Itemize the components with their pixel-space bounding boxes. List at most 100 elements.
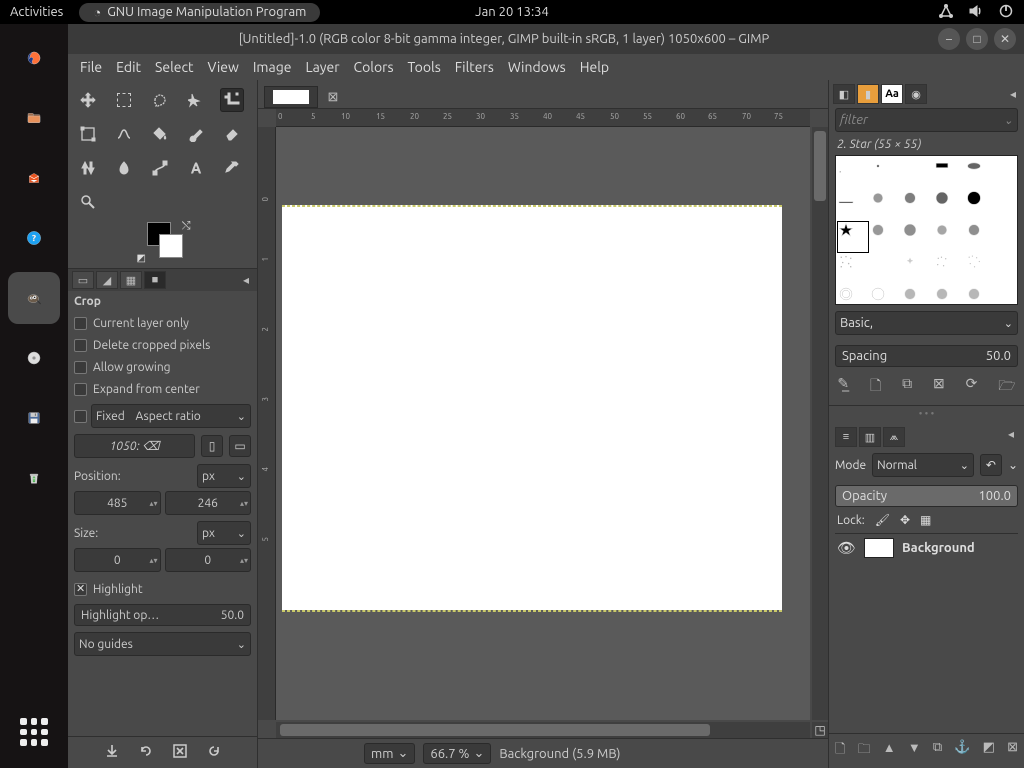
chk-fixed[interactable] [74, 410, 87, 423]
duplicate-layer-icon[interactable]: ⧉ [933, 740, 942, 762]
tab-brushes-1[interactable]: ◧ [833, 84, 855, 104]
guides-combo[interactable]: No guides⌄ [74, 632, 251, 656]
tab-fonts[interactable]: Aa [881, 84, 903, 104]
tab-device-status[interactable]: ◢ [96, 271, 118, 289]
layer-thumbnail[interactable] [864, 538, 894, 558]
dock-firefox[interactable] [8, 32, 60, 84]
app-menu[interactable]: ◔ GNU Image Manipulation Program [79, 3, 320, 22]
merge-down-icon[interactable]: ⚓ [954, 740, 970, 762]
tab-channels[interactable]: ▥ [859, 427, 881, 447]
brush-preset-combo[interactable]: Basic,⌄ [835, 311, 1018, 335]
position-unit-combo[interactable]: px⌄ [197, 464, 251, 488]
tab-menu-icon[interactable]: ◂ [1006, 87, 1020, 101]
lock-pixels-icon[interactable]: 🖌 [875, 513, 890, 527]
maximize-button[interactable]: □ [966, 28, 988, 50]
lock-alpha-icon[interactable]: ▦ [920, 513, 931, 527]
tool-crop[interactable] [220, 88, 244, 112]
menu-layer[interactable]: Layer [305, 59, 339, 75]
tool-text[interactable]: A [184, 156, 208, 180]
position-x-input[interactable]: 485▴▾ [74, 491, 161, 515]
portrait-icon[interactable]: ▯ [201, 435, 223, 457]
edit-brush-icon[interactable]: ✎̲ [837, 375, 849, 399]
tool-move[interactable] [76, 88, 100, 112]
minimize-button[interactable]: – [938, 28, 960, 50]
new-brush-icon[interactable]: 🗋 [870, 375, 881, 399]
tool-smudge[interactable] [112, 156, 136, 180]
tab-patterns[interactable]: ▮ [857, 84, 879, 104]
tab-images[interactable]: ■ [144, 271, 166, 289]
fixed-value-input[interactable]: 1050: ⌫ [74, 434, 195, 458]
fixed-mode-combo[interactable]: Fixed Aspect ratio ⌄ [91, 404, 251, 428]
chk-current-layer[interactable] [74, 317, 87, 330]
new-layer-icon[interactable]: 🗋 [835, 740, 845, 762]
default-colors-icon[interactable]: ◩ [137, 252, 146, 264]
chk-allow-growing[interactable] [74, 361, 87, 374]
brush-spacing-slider[interactable]: Spacing50.0 [835, 345, 1018, 367]
clock[interactable]: Jan 20 13:34 [475, 5, 549, 19]
network-icon[interactable] [938, 3, 954, 22]
color-swatches[interactable]: ⤭ ◩ [143, 222, 187, 262]
swap-colors-icon[interactable]: ⤭ [182, 220, 191, 233]
size-h-input[interactable]: 0▴▾ [165, 548, 252, 572]
background-color[interactable] [159, 234, 183, 258]
tool-bucket[interactable] [148, 122, 172, 146]
delete-brush-icon[interactable]: ⊠ [933, 375, 945, 399]
mode-switch-icon[interactable]: ↶ [980, 454, 1002, 476]
lock-position-icon[interactable]: ✥ [900, 513, 910, 527]
dock-files[interactable] [8, 92, 60, 144]
landscape-icon[interactable]: ▭ [229, 435, 251, 457]
ruler-vertical[interactable]: 012345 [258, 127, 276, 720]
chk-highlight[interactable] [74, 583, 87, 596]
dock-trash[interactable] [8, 452, 60, 504]
unit-combo[interactable]: mm⌄ [364, 743, 415, 764]
restore-preset-icon[interactable] [138, 743, 154, 762]
menu-file[interactable]: File [80, 59, 102, 75]
layer-name[interactable]: Background [902, 541, 975, 555]
chk-delete-cropped[interactable] [74, 339, 87, 352]
menu-select[interactable]: Select [155, 59, 193, 75]
power-icon[interactable] [998, 3, 1014, 22]
horizontal-scrollbar[interactable] [276, 722, 810, 738]
menu-view[interactable]: View [207, 59, 238, 75]
tab-layers[interactable]: ≡ [835, 427, 857, 447]
layer-item[interactable]: 👁 Background [835, 534, 1018, 562]
canvas-viewport[interactable]: 051015202530354045505560657075 012345 ◳ [258, 108, 828, 738]
ruler-horizontal[interactable]: 051015202530354045505560657075 [276, 109, 810, 127]
menu-filters[interactable]: Filters [455, 59, 494, 75]
mask-icon[interactable]: ◩ [983, 740, 995, 762]
size-unit-combo[interactable]: px⌄ [197, 521, 251, 545]
brush-grid[interactable]: ✦ [835, 155, 1018, 305]
volume-icon[interactable] [968, 3, 984, 22]
tool-paintbrush[interactable] [184, 122, 208, 146]
menu-help[interactable]: Help [580, 59, 609, 75]
tab-history[interactable]: ◉ [905, 84, 927, 104]
dock-disc[interactable] [8, 332, 60, 384]
tab-menu-icon[interactable]: ◂ [1004, 427, 1018, 447]
visibility-icon[interactable]: 👁 [837, 539, 856, 557]
highlight-opacity-slider[interactable]: Highlight op…50.0 [74, 604, 251, 626]
document-tab[interactable] [264, 86, 318, 108]
save-preset-icon[interactable] [104, 743, 120, 762]
tool-unified-transform[interactable] [76, 122, 100, 146]
position-y-input[interactable]: 246▴▾ [165, 491, 252, 515]
navigation-icon[interactable]: ◳ [812, 722, 828, 738]
dock-save[interactable] [8, 392, 60, 444]
reset-icon[interactable] [206, 743, 222, 762]
tool-color-picker[interactable] [220, 156, 244, 180]
size-w-input[interactable]: 0▴▾ [74, 548, 161, 572]
tool-free-select[interactable] [148, 88, 172, 112]
layer-list[interactable]: 👁 Background [835, 533, 1018, 731]
close-button[interactable]: ✕ [994, 28, 1016, 50]
dock-gimp[interactable] [8, 272, 60, 324]
menu-tools[interactable]: Tools [408, 59, 441, 75]
menu-edit[interactable]: Edit [116, 59, 141, 75]
vertical-scrollbar[interactable] [812, 127, 828, 720]
menu-image[interactable]: Image [253, 59, 292, 75]
tool-paths[interactable] [148, 156, 172, 180]
duplicate-brush-icon[interactable]: ⧉ [902, 375, 912, 399]
layer-opacity-slider[interactable]: Opacity100.0 [835, 485, 1018, 507]
tool-clone[interactable] [76, 156, 100, 180]
tab-tool-options[interactable]: ▭ [72, 271, 94, 289]
open-as-image-icon[interactable]: 🗁 [998, 375, 1015, 399]
lower-layer-icon[interactable]: ▼ [908, 740, 921, 762]
